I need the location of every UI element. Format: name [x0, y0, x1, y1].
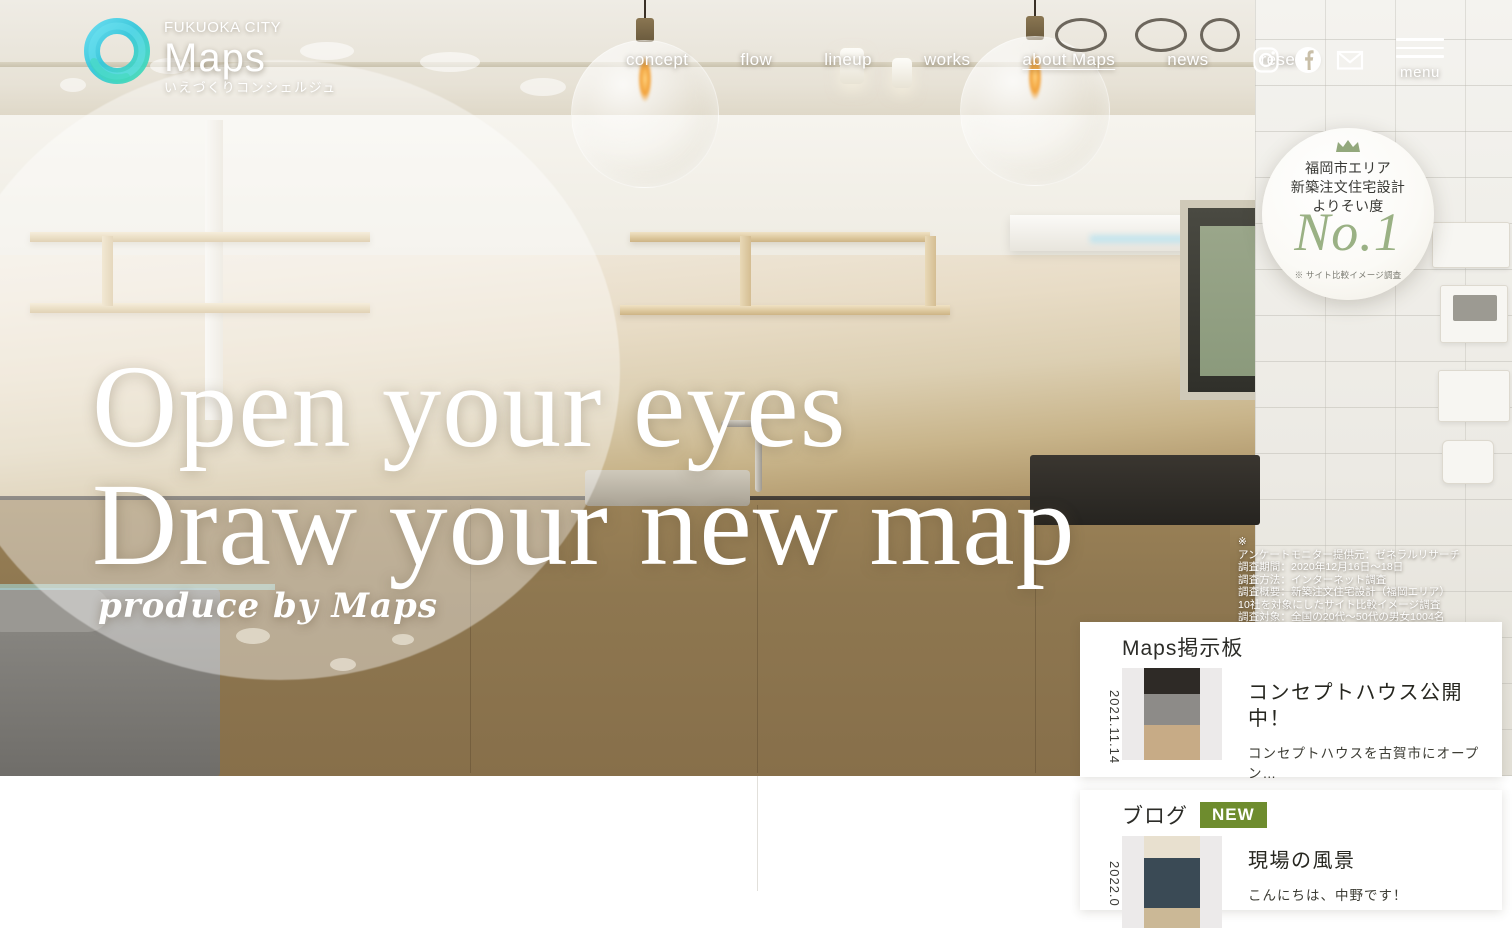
nav-item-about-maps[interactable]: about Maps: [996, 48, 1141, 72]
hero-tagline: produce by Maps: [98, 586, 438, 626]
survey-line-5: 10社を対象にしたサイト比較イメージ調査: [1238, 598, 1441, 611]
survey-line-1: アンケートモニター提供元：ゼネラルリサーチ: [1238, 548, 1461, 561]
card-body: 2021.11.14 コンセプトハウス公開中！ コンセプトハウスを古賀市にオープ…: [1080, 662, 1502, 782]
survey-mark: ※: [1238, 536, 1247, 548]
nav-item-works[interactable]: works: [898, 48, 996, 72]
wall-dimmer: [1442, 440, 1494, 484]
crown-icon: [1335, 139, 1361, 156]
hero-headline: Open your eyes Draw your new map: [92, 348, 1076, 584]
logo-main-text: Maps: [164, 36, 266, 80]
shelf-divider: [740, 236, 751, 306]
site-logo[interactable]: FUKUOKA CITY Maps いえづくりコンシェルジュ: [82, 16, 337, 96]
card-body: 2022.0 現場の風景 こんにちは、中野です！: [1080, 830, 1502, 928]
card-text: コンセプトハウス公開中！ コンセプトハウスを古賀市にオープン…: [1222, 668, 1502, 782]
card-title: 現場の風景: [1248, 850, 1356, 872]
person-photo-thumbnail: [1144, 836, 1200, 928]
card-thumbnail: [1122, 836, 1222, 928]
shelf-divider: [925, 236, 936, 306]
card-thumbnail: [1122, 668, 1222, 760]
headline-line-2: Draw your new map: [92, 459, 1076, 590]
headline-line-1: Open your eyes: [92, 341, 847, 472]
nav-item-news[interactable]: news: [1141, 48, 1234, 72]
logo-sub-text: いえづくりコンシェルジュ: [164, 80, 337, 95]
room-interior-thumbnail: [1144, 668, 1200, 760]
ranking-badge: 福岡市エリア 新築注文住宅設計 よりそい度 No.1 ※ サイト比較イメージ調査: [1262, 128, 1434, 300]
card-date: 2022.0: [1107, 861, 1122, 907]
survey-line-3: 調査方法：インターネット調査: [1238, 573, 1387, 586]
nav-item-concept[interactable]: concept: [600, 48, 714, 72]
social-links: [1252, 46, 1364, 74]
wall-control-panel: [1440, 285, 1508, 343]
card-category: ブログ: [1122, 805, 1188, 828]
wall-switch-plate: [1438, 370, 1510, 422]
news-card[interactable]: Maps掲示板 2021.11.14 コンセプトハウス公開中！ コンセプトハウス…: [1080, 622, 1502, 781]
new-badge: NEW: [1200, 802, 1267, 828]
card-category: Maps掲示板: [1122, 637, 1244, 660]
blog-card[interactable]: ブログ NEW 2022.0 現場の風景 こんにちは、中野です！: [1080, 790, 1502, 928]
brush-speck: [392, 634, 414, 645]
main-navigation: concept flow lineup works about Maps new…: [600, 48, 1346, 72]
section-divider: [757, 776, 758, 891]
card-excerpt: こんにちは、中野です！: [1248, 888, 1408, 903]
window-pane: [1200, 226, 1256, 376]
card-header: Maps掲示板: [1080, 622, 1502, 662]
brush-speck: [330, 658, 356, 671]
survey-line-4: 調査概要：新築注文住宅設計（福岡エリア）: [1238, 586, 1450, 598]
survey-disclaimer: ※ アンケートモニター提供元：ゼネラルリサーチ 調査期間：2020年12月16日…: [1238, 536, 1460, 624]
logo-top-text: FUKUOKA CITY: [164, 19, 282, 36]
card-text: 現場の風景 こんにちは、中野です！: [1222, 836, 1408, 928]
hamburger-menu-button[interactable]: menu: [1396, 38, 1444, 81]
nav-item-flow[interactable]: flow: [714, 48, 798, 72]
badge-line-1: 福岡市エリア: [1305, 160, 1391, 176]
facebook-icon[interactable]: [1294, 46, 1322, 74]
card-date: 2021.11.14: [1107, 689, 1122, 765]
menu-label: menu: [1400, 63, 1440, 81]
badge-line-2: 新築注文住宅設計: [1290, 179, 1406, 195]
survey-line-2: 調査期間：2020年12月16日〜18日: [1238, 561, 1404, 573]
wood-shelf: [620, 305, 950, 315]
hamburger-icon: [1396, 38, 1444, 41]
wall-control-panel: [1432, 222, 1510, 268]
card-excerpt: コンセプトハウスを古賀市にオープン…: [1248, 746, 1480, 781]
site-header: FUKUOKA CITY Maps いえづくりコンシェルジュ concept f…: [0, 0, 1512, 112]
badge-rank: No.1: [1294, 202, 1402, 262]
card-title: コンセプトハウス公開中！: [1248, 682, 1463, 730]
brush-speck: [236, 628, 270, 644]
badge-note: ※ サイト比較イメージ調査: [1294, 270, 1402, 280]
wood-shelf: [630, 232, 930, 242]
mail-icon[interactable]: [1336, 46, 1364, 74]
turquoise-ring-icon: [82, 16, 152, 86]
card-header: ブログ NEW: [1080, 790, 1502, 830]
instagram-icon[interactable]: [1252, 46, 1280, 74]
nav-item-lineup[interactable]: lineup: [798, 48, 898, 72]
